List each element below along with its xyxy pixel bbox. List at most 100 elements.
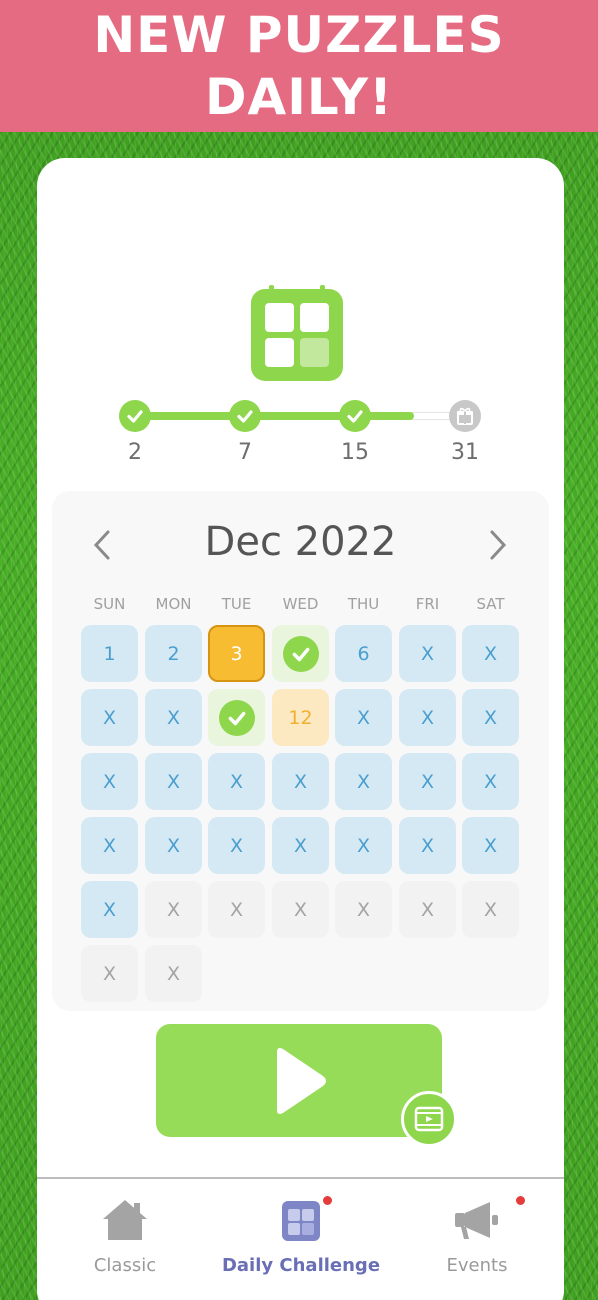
- day-label: X: [356, 706, 371, 729]
- tab-daily-challenge[interactable]: Daily Challenge: [213, 1179, 389, 1289]
- day-label: 6: [357, 642, 370, 665]
- day-cell[interactable]: X: [335, 817, 392, 874]
- milestone-2-check-icon: [119, 400, 151, 432]
- day-label: X: [420, 770, 435, 793]
- day-cell[interactable]: X: [208, 753, 265, 810]
- day-label: X: [420, 834, 435, 857]
- promo-banner: NEW PUZZLES DAILY!: [0, 0, 598, 132]
- day-cell[interactable]: X: [399, 881, 456, 938]
- milestone-7-check-icon: [229, 400, 261, 432]
- day-label: 2: [167, 642, 180, 665]
- next-month-chevron-icon[interactable]: [480, 523, 516, 567]
- day-cell[interactable]: X: [208, 881, 265, 938]
- day-cell[interactable]: 1: [81, 625, 138, 682]
- day-cell[interactable]: X: [145, 881, 202, 938]
- progress-fill: [135, 412, 414, 420]
- day-cell[interactable]: X: [462, 625, 519, 682]
- check-icon: [218, 699, 255, 736]
- day-cell[interactable]: X: [81, 689, 138, 746]
- day-cell[interactable]: X: [462, 753, 519, 810]
- day-cell[interactable]: X: [81, 945, 138, 1002]
- day-label: X: [102, 962, 117, 985]
- day-cell[interactable]: X: [335, 753, 392, 810]
- play-button[interactable]: [156, 1024, 442, 1137]
- weekday-label: THU: [347, 595, 380, 613]
- milestone-15-check-icon: [339, 400, 371, 432]
- day-cell[interactable]: X: [145, 945, 202, 1002]
- play-icon: [277, 1047, 326, 1114]
- day-cell[interactable]: X: [145, 817, 202, 874]
- weekday-label: TUE: [221, 595, 252, 613]
- day-label: 3: [230, 642, 243, 665]
- day-label: X: [166, 770, 181, 793]
- day-cell[interactable]: X: [272, 881, 329, 938]
- day-label: X: [166, 834, 181, 857]
- weekday-label: SUN: [93, 595, 126, 613]
- day-cell[interactable]: X: [272, 753, 329, 810]
- day-cell[interactable]: X: [335, 689, 392, 746]
- milestone-label: 2: [128, 440, 142, 465]
- banner-line-1: NEW PUZZLES: [93, 6, 505, 64]
- day-cell[interactable]: X: [399, 753, 456, 810]
- day-cell[interactable]: X: [208, 817, 265, 874]
- day-label: X: [166, 898, 181, 921]
- video-ad-icon: [401, 1091, 457, 1147]
- milestone-31-gift-icon[interactable]: [449, 400, 481, 432]
- day-cell[interactable]: X: [399, 689, 456, 746]
- day-cell[interactable]: X: [81, 881, 138, 938]
- tab-classic[interactable]: Classic: [37, 1179, 213, 1289]
- day-label: X: [166, 706, 181, 729]
- calendar-icon: [282, 1201, 320, 1241]
- day-cell[interactable]: X: [462, 689, 519, 746]
- weekday-label: FRI: [415, 595, 440, 613]
- day-label: X: [356, 898, 371, 921]
- daily-challenge-card: 2 7 15 31 Dec 2022 SUN MON TUE WED THU F…: [37, 158, 564, 1300]
- day-label: X: [293, 834, 308, 857]
- check-icon: [282, 635, 319, 672]
- day-label: X: [483, 770, 498, 793]
- megaphone-icon: [455, 1202, 498, 1239]
- tab-label-events: Events: [446, 1255, 508, 1276]
- house-icon: [103, 1200, 147, 1240]
- day-cell[interactable]: X: [399, 625, 456, 682]
- daily-calendar-icon: [251, 285, 343, 381]
- banner-line-2: DAILY!: [205, 68, 393, 126]
- day-cell[interactable]: 3: [208, 625, 265, 682]
- weekday-label: MON: [155, 595, 192, 613]
- day-cell[interactable]: X: [145, 753, 202, 810]
- day-label: X: [166, 962, 181, 985]
- day-cell-completed[interactable]: [208, 689, 265, 746]
- weekday-label: WED: [282, 595, 319, 613]
- day-cell-completed[interactable]: [272, 625, 329, 682]
- day-label: X: [420, 898, 435, 921]
- notification-dot: [515, 1195, 526, 1206]
- day-cell[interactable]: X: [81, 753, 138, 810]
- day-cell[interactable]: X: [399, 817, 456, 874]
- milestone-label: 15: [341, 440, 369, 465]
- day-cell[interactable]: X: [335, 881, 392, 938]
- day-label: X: [483, 898, 498, 921]
- day-label: X: [229, 898, 244, 921]
- day-label: X: [102, 898, 117, 921]
- day-label: X: [102, 706, 117, 729]
- day-label: X: [293, 898, 308, 921]
- day-label: X: [229, 770, 244, 793]
- calendar-panel: Dec 2022 SUN MON TUE WED THU FRI SAT 123…: [52, 491, 549, 1011]
- day-cell[interactable]: 2: [145, 625, 202, 682]
- day-label: X: [102, 770, 117, 793]
- day-label: X: [420, 706, 435, 729]
- day-cell[interactable]: X: [272, 817, 329, 874]
- day-cell[interactable]: 12: [272, 689, 329, 746]
- day-cell[interactable]: X: [462, 817, 519, 874]
- day-label: X: [420, 642, 435, 665]
- day-cell[interactable]: 6: [335, 625, 392, 682]
- day-label: 1: [103, 642, 116, 665]
- notification-dot: [322, 1195, 333, 1206]
- day-label: X: [356, 770, 371, 793]
- day-cell[interactable]: X: [462, 881, 519, 938]
- day-cell[interactable]: X: [145, 689, 202, 746]
- day-label: X: [483, 642, 498, 665]
- tab-events[interactable]: Events: [389, 1179, 565, 1289]
- day-label: X: [102, 834, 117, 857]
- day-cell[interactable]: X: [81, 817, 138, 874]
